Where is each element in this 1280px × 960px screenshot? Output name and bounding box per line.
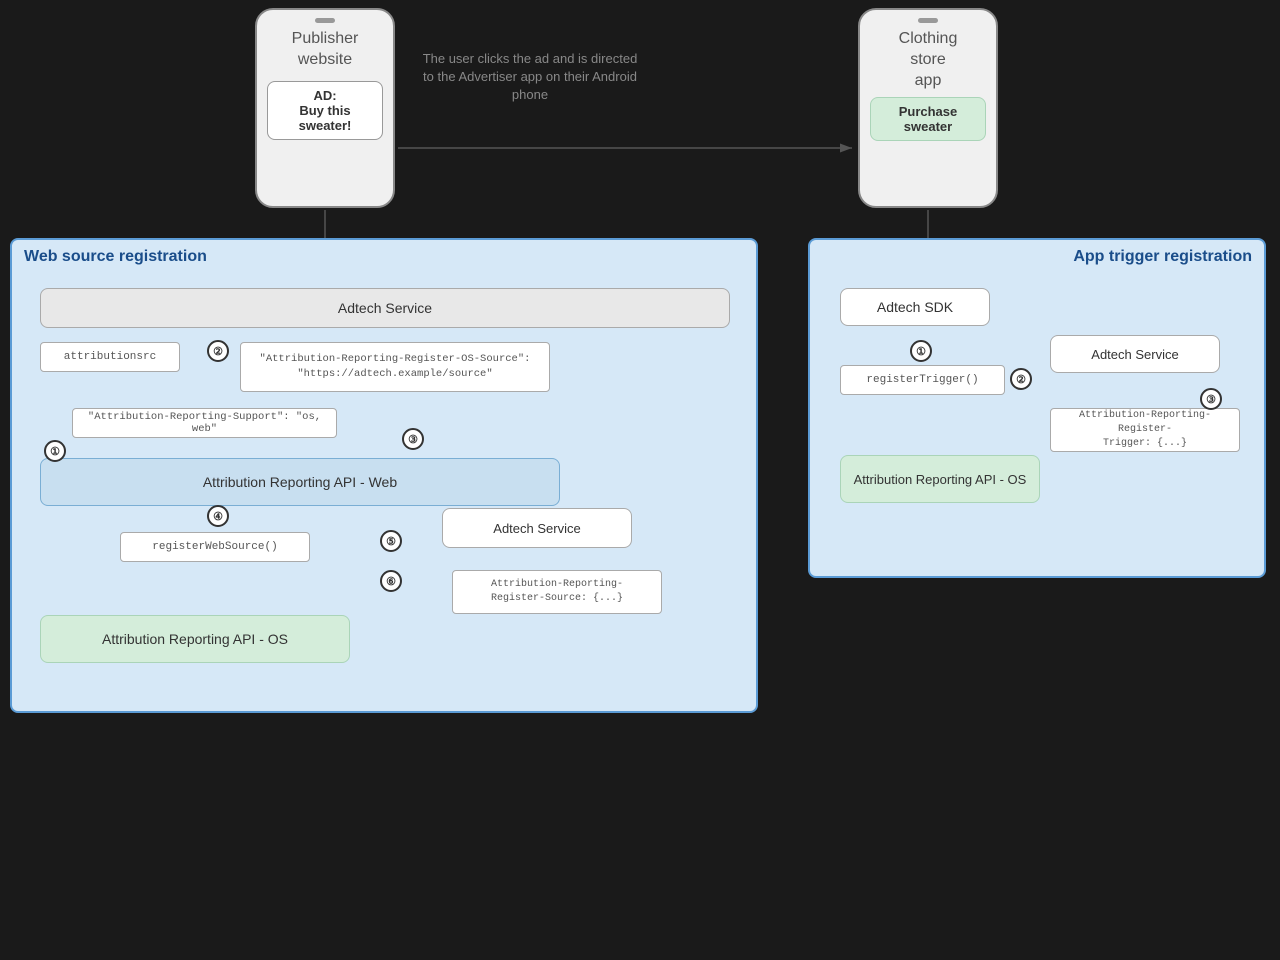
web-step-4: ④ [207, 505, 229, 527]
app-step-2: ② [1010, 368, 1032, 390]
web-source-box: Web source registration Adtech Service a… [10, 238, 758, 713]
web-step-1: ① [44, 440, 66, 462]
api-os-web: Attribution Reporting API - OS [40, 615, 350, 663]
phone-notch-publisher [315, 18, 335, 23]
publisher-ad-content: AD: Buy this sweater! [267, 81, 383, 140]
app-trigger-title: App trigger registration [1073, 248, 1252, 266]
register-trigger-header-code: Attribution-Reporting-Register- Trigger:… [1050, 408, 1240, 452]
purchase-button: Purchase sweater [870, 97, 986, 141]
phone-notch-clothing [918, 18, 938, 23]
clothing-phone: Clothing store app Purchase sweater [858, 8, 998, 208]
app-trigger-box: App trigger registration Adtech SDK regi… [808, 238, 1266, 578]
web-step-3: ③ [402, 428, 424, 450]
header-response-code: "Attribution-Reporting-Register-OS-Sourc… [240, 342, 550, 392]
attributionsrc-code: attributionsrc [40, 342, 180, 372]
publisher-phone: Publisher website AD: Buy this sweater! [255, 8, 395, 208]
adtech-sdk: Adtech SDK [840, 288, 990, 326]
ad-label: AD: [313, 88, 336, 103]
purchase-text: Purchase sweater [899, 104, 958, 134]
adtech-service-app: Adtech Service [1050, 335, 1220, 373]
diagram-area: Publisher website AD: Buy this sweater! … [0, 0, 1280, 960]
user-clicks-description: The user clicks the ad and is directed t… [420, 50, 640, 105]
support-header-code: "Attribution-Reporting-Support": "os, we… [72, 408, 337, 438]
api-os-app: Attribution Reporting API - OS [840, 455, 1040, 503]
app-step-1: ① [910, 340, 932, 362]
adtech-service-web-top: Adtech Service [40, 288, 730, 328]
register-source-header-code: Attribution-Reporting- Register-Source: … [452, 570, 662, 614]
app-step-3: ③ [1200, 388, 1222, 410]
api-web: Attribution Reporting API - Web [40, 458, 560, 506]
clothing-phone-title: Clothing store app [891, 29, 966, 91]
register-trigger-code: registerTrigger() [840, 365, 1005, 395]
adtech-service-web-bottom: Adtech Service [442, 508, 632, 548]
web-step-6: ⑥ [380, 570, 402, 592]
ad-text: Buy this sweater! [299, 103, 352, 133]
web-source-title: Web source registration [24, 248, 207, 266]
register-web-source-code: registerWebSource() [120, 532, 310, 562]
web-step-5: ⑤ [380, 530, 402, 552]
publisher-phone-title: Publisher website [284, 29, 367, 71]
web-step-2: ② [207, 340, 229, 362]
